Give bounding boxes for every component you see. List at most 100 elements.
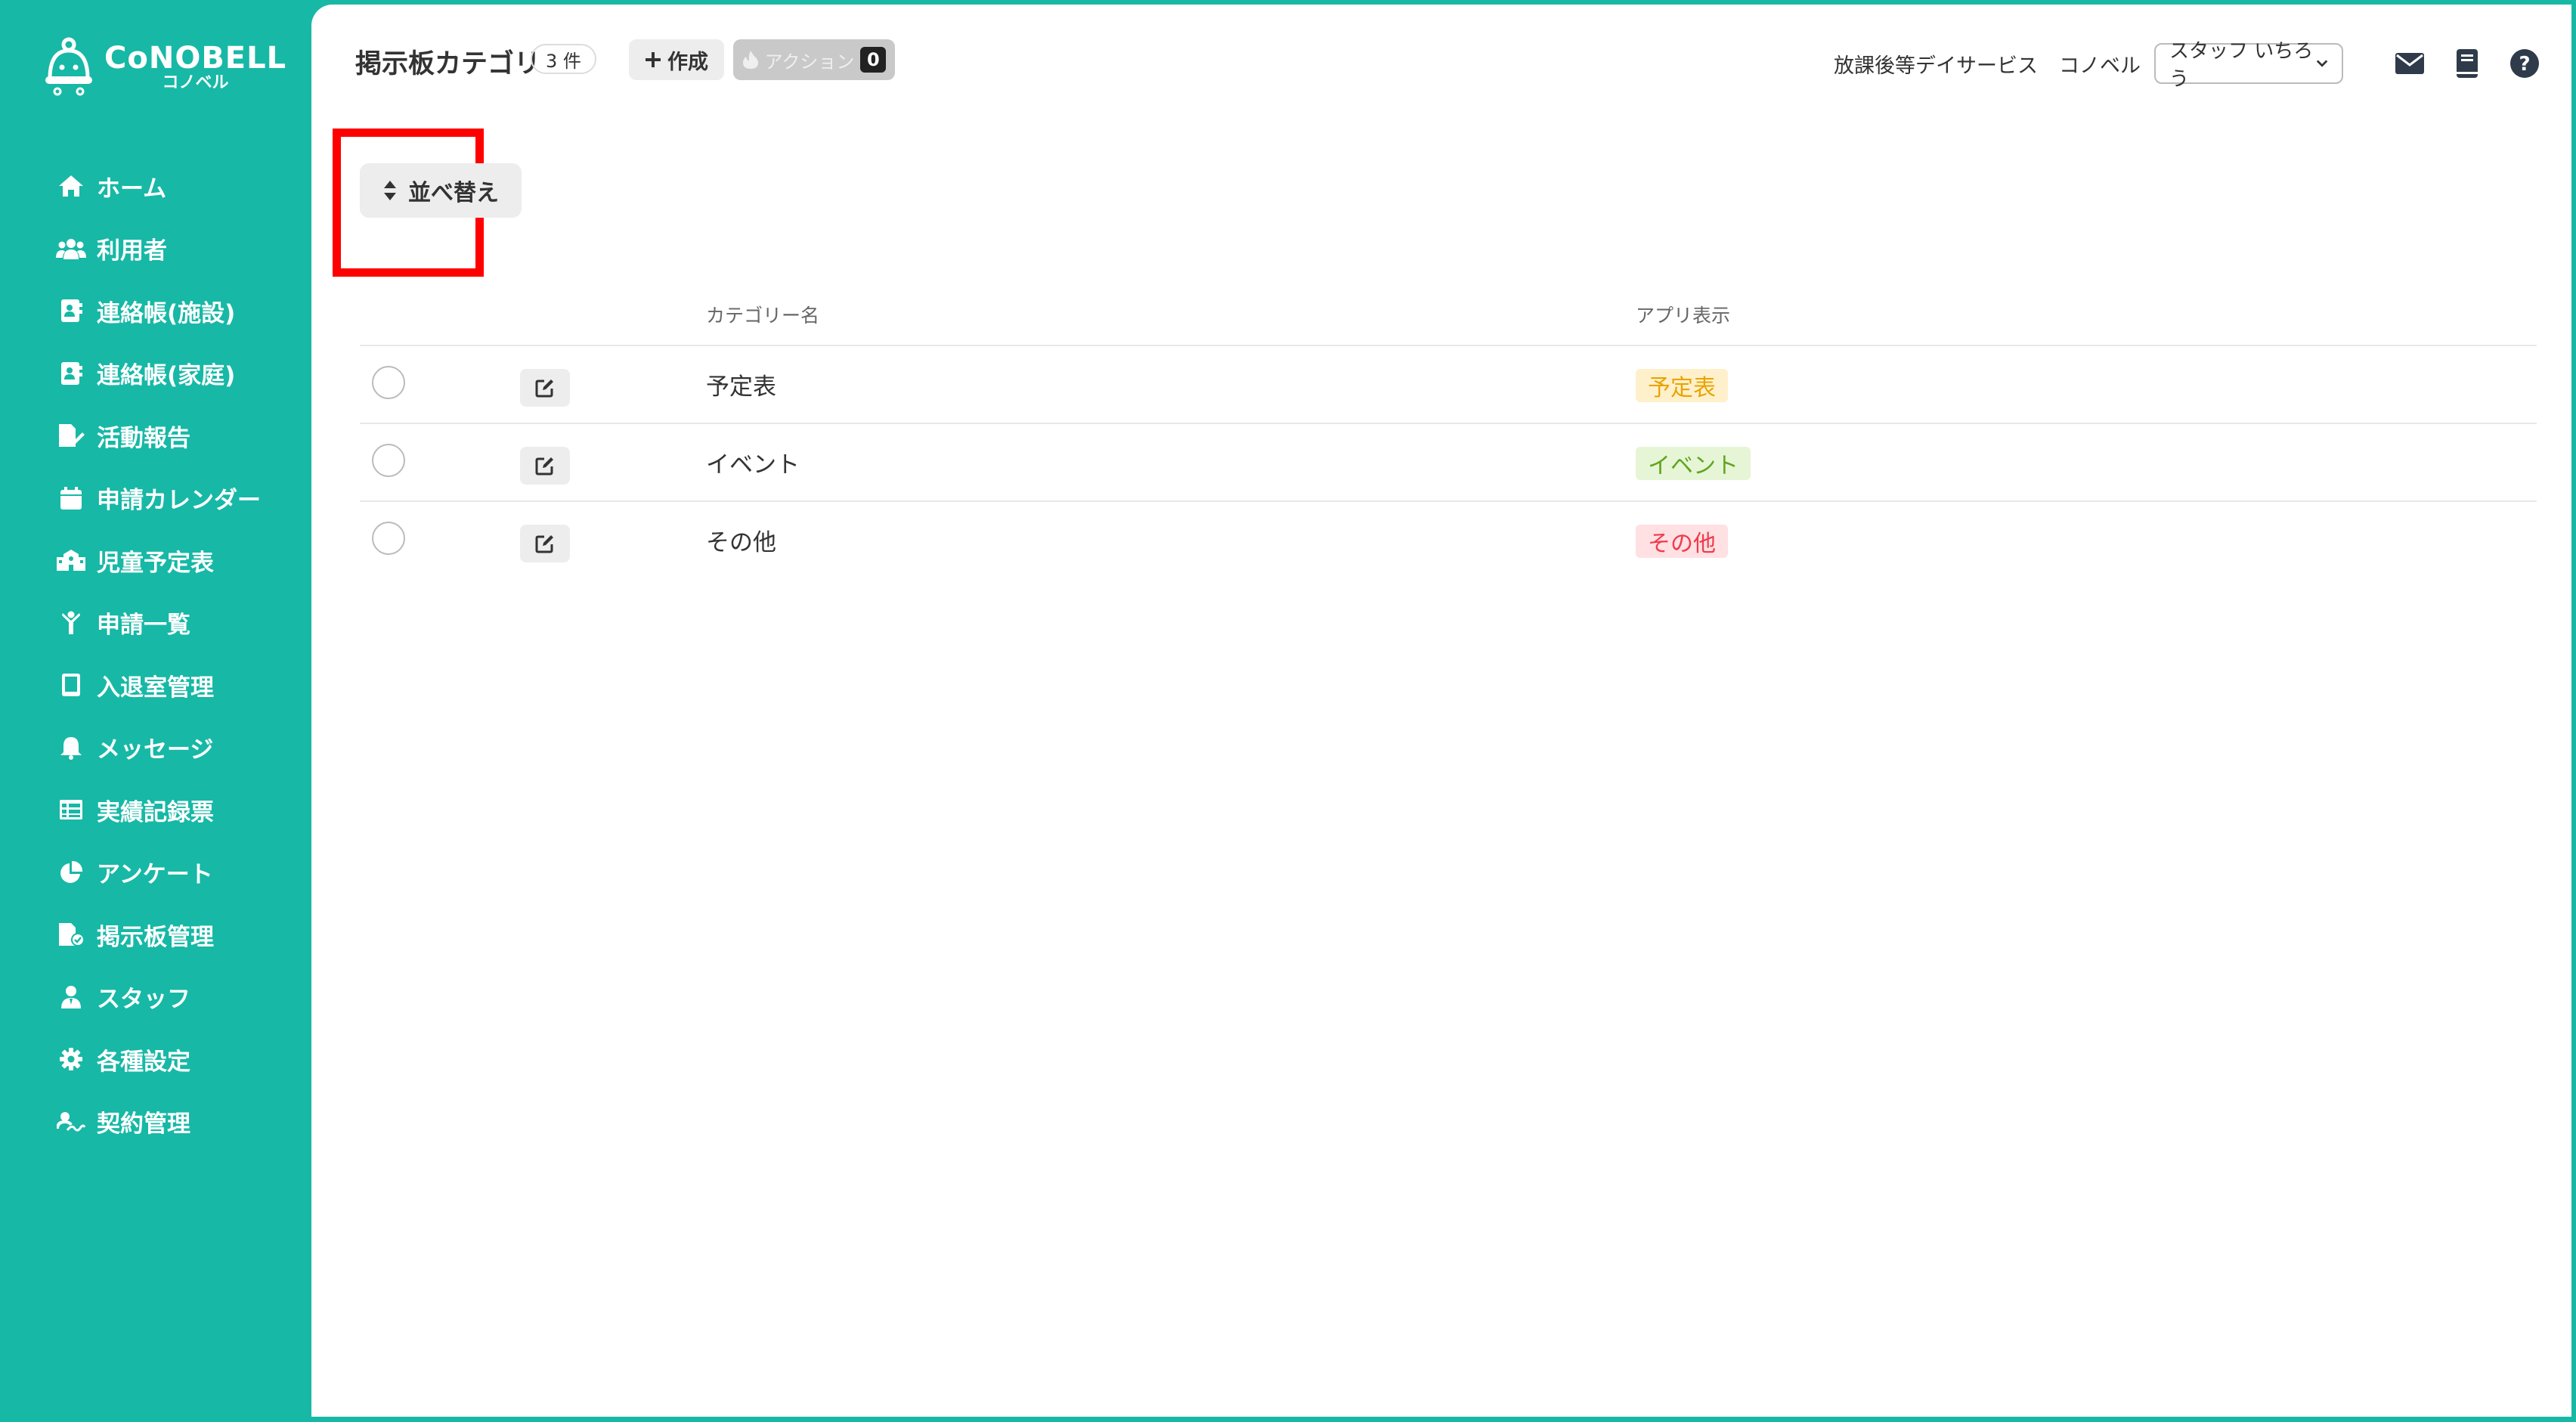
- column-header-app-display: アプリ表示: [1636, 305, 1731, 327]
- table-icon: [56, 795, 86, 825]
- page-title: 掲示板カテゴリ: [355, 49, 541, 79]
- company-name: コノベル: [2059, 54, 2141, 78]
- board-icon: [56, 919, 86, 950]
- bell-icon: [56, 733, 86, 763]
- sidebar-item-contact-home[interactable]: 連絡帳(家庭): [56, 342, 261, 405]
- row-checkbox[interactable]: [372, 366, 405, 399]
- sidebar-item-label: アンケート: [97, 861, 213, 889]
- sort-button-label: 並べ替え: [408, 180, 499, 206]
- sidebar-item-survey[interactable]: アンケート: [56, 841, 261, 904]
- sidebar-item-child-schedule[interactable]: 児童予定表: [56, 529, 261, 592]
- top-bar: 掲示板カテゴリ 3 件 作成 アクション 0 放課後等デイサービス コノベル ス…: [311, 5, 2571, 110]
- sidebar-item-label: 利用者: [97, 237, 167, 265]
- column-header-name: カテゴリー名: [706, 305, 820, 327]
- edit-button[interactable]: [520, 369, 570, 407]
- report-icon: [56, 420, 86, 451]
- sidebar-item-home[interactable]: ホーム: [56, 155, 261, 218]
- sidebar-item-label: スタッフ: [97, 986, 190, 1014]
- edit-button[interactable]: [520, 447, 570, 485]
- plus-icon: [646, 52, 661, 67]
- sidebar-item-label: ホーム: [97, 175, 167, 203]
- staff-icon: [56, 982, 86, 1012]
- sidebar-item-label: 連絡帳(施設): [97, 299, 236, 327]
- sidebar-item-label: 申請一覧: [97, 612, 190, 640]
- contract-icon: [56, 1107, 86, 1137]
- sidebar-item-contract[interactable]: 契約管理: [56, 1091, 261, 1154]
- app-display-tag: その他: [1636, 525, 1728, 558]
- sidebar-item-board-management[interactable]: 掲示板管理: [56, 903, 261, 966]
- sidebar-item-messages[interactable]: メッセージ: [56, 717, 261, 779]
- bell-logo-icon: [45, 37, 92, 96]
- sidebar-item-users[interactable]: 利用者: [56, 218, 261, 280]
- sidebar-item-activity-report[interactable]: 活動報告: [56, 404, 261, 467]
- category-name: イベント: [706, 451, 800, 479]
- sidebar-item-label: 掲示板管理: [97, 923, 214, 951]
- staff-select-value: スタッフ いちろう: [2169, 40, 2314, 91]
- category-name: その他: [706, 529, 776, 556]
- table-header: カテゴリー名 アプリ表示: [360, 284, 2537, 346]
- table-row: 予定表 予定表: [360, 346, 2537, 424]
- app-display-tag: 予定表: [1636, 369, 1728, 402]
- contact-book-icon: [56, 358, 86, 389]
- pie-chart-icon: [56, 857, 86, 888]
- contact-book-icon: [56, 296, 86, 326]
- action-button[interactable]: アクション 0: [733, 39, 895, 80]
- app-display-tag: イベント: [1636, 447, 1751, 480]
- sidebar-item-label: 活動報告: [97, 424, 190, 452]
- edit-icon: [535, 535, 553, 553]
- sidebar-item-label: 各種設定: [97, 1048, 190, 1076]
- brand-sub: コノベル: [162, 73, 229, 92]
- action-count-badge: 0: [860, 47, 887, 73]
- tablet-icon: [56, 670, 86, 700]
- row-checkbox[interactable]: [372, 444, 405, 477]
- table-row: その他 その他: [360, 502, 2537, 578]
- school-icon: [56, 545, 86, 575]
- sidebar: CoNOBELL コノベル ホーム 利用者 連絡帳(施設) 連絡帳(家庭) 活動…: [0, 0, 311, 1422]
- sidebar-item-request-list[interactable]: 申請一覧: [56, 592, 261, 655]
- gear-icon: [56, 1044, 86, 1074]
- action-button-label: アクション: [764, 51, 855, 73]
- edit-icon: [535, 380, 553, 398]
- sidebar-item-label: 契約管理: [97, 1111, 190, 1139]
- svg-text:?: ?: [2519, 53, 2530, 76]
- chevron-down-icon: [2316, 60, 2328, 67]
- main-panel: 掲示板カテゴリ 3 件 作成 アクション 0 放課後等デイサービス コノベル ス…: [311, 5, 2571, 1417]
- category-name: 予定表: [706, 373, 776, 401]
- help-icon[interactable]: ?: [2508, 47, 2541, 80]
- sort-button[interactable]: 並べ替え: [360, 163, 522, 218]
- sidebar-item-label: 連絡帳(家庭): [97, 362, 236, 390]
- mail-icon[interactable]: [2393, 47, 2426, 80]
- brand-name: CoNOBELL: [104, 41, 287, 76]
- brand-logo[interactable]: CoNOBELL コノベル: [42, 33, 286, 101]
- sidebar-item-staff[interactable]: スタッフ: [56, 966, 261, 1029]
- manual-book-icon[interactable]: [2451, 47, 2484, 80]
- header-right: 放課後等デイサービス コノベル スタッフ いちろう ?: [1834, 40, 2541, 91]
- sidebar-item-performance-record[interactable]: 実績記録票: [56, 779, 261, 841]
- sidebar-item-label: メッセージ: [97, 736, 214, 764]
- staff-select[interactable]: スタッフ いちろう: [2154, 40, 2343, 91]
- table-row: イベント イベント: [360, 424, 2537, 502]
- create-button-label: 作成: [667, 50, 708, 74]
- count-badge: 3 件: [531, 44, 596, 74]
- sidebar-item-label: 申請カレンダー: [97, 487, 261, 515]
- sidebar-item-label: 実績記録票: [97, 798, 214, 826]
- edit-icon: [535, 457, 553, 476]
- fire-icon: [742, 51, 758, 69]
- sidebar-item-label: 入退室管理: [97, 674, 214, 702]
- sidebar-item-settings[interactable]: 各種設定: [56, 1028, 261, 1091]
- sidebar-item-label: 児童予定表: [97, 549, 214, 577]
- row-checkbox[interactable]: [372, 522, 405, 555]
- service-name: 放課後等デイサービス: [1834, 54, 2038, 78]
- sidebar-item-request-calendar[interactable]: 申請カレンダー: [56, 467, 261, 530]
- child-icon: [56, 608, 86, 638]
- sidebar-item-contact-facility[interactable]: 連絡帳(施設): [56, 280, 261, 342]
- users-icon: [56, 234, 86, 264]
- sort-icon: [384, 181, 396, 200]
- create-button[interactable]: 作成: [629, 39, 724, 80]
- sidebar-item-attendance[interactable]: 入退室管理: [56, 654, 261, 717]
- edit-button[interactable]: [520, 525, 570, 562]
- calendar-icon: [56, 483, 86, 513]
- sidebar-nav: ホーム 利用者 連絡帳(施設) 連絡帳(家庭) 活動報告 申請カレンダー 児童予…: [56, 155, 261, 1153]
- category-table: カテゴリー名 アプリ表示 予定表 予定表 イベント イベント その他 その他: [360, 284, 2537, 578]
- home-icon: [56, 171, 86, 201]
